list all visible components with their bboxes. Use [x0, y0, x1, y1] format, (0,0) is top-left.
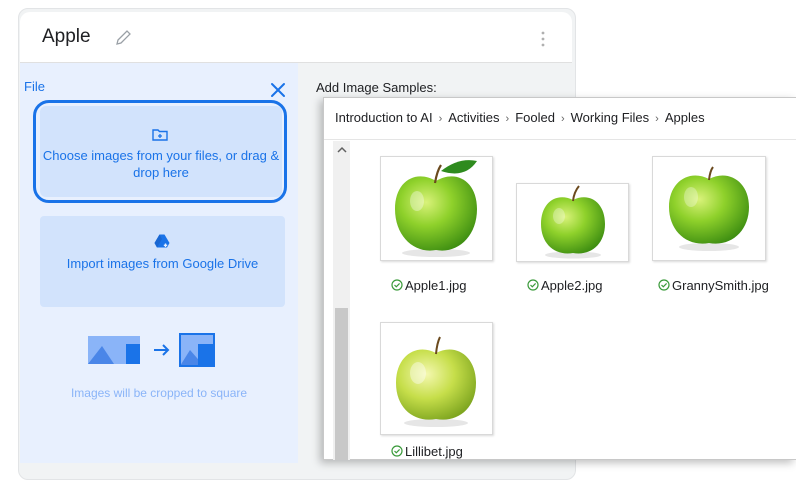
file-name-apple1[interactable]: Apple1.jpg [391, 277, 466, 294]
file-thumbnail-apple1[interactable] [380, 156, 493, 261]
file-name-text: GrannySmith.jpg [672, 278, 769, 293]
check-circle-icon [391, 279, 403, 291]
breadcrumb-item[interactable]: Working Files [571, 110, 650, 125]
check-circle-icon [391, 445, 403, 457]
breadcrumb-item[interactable]: Introduction to AI [335, 110, 433, 125]
file-name-lillibet[interactable]: Lillibet.jpg [391, 443, 463, 460]
breadcrumb-separator: › [560, 113, 565, 125]
check-circle-icon [658, 279, 670, 291]
crop-illustration-icon [88, 333, 215, 367]
more-vert-icon[interactable] [538, 28, 548, 50]
crop-note: Images will be cropped to square [70, 386, 248, 400]
google-drive-icon [154, 234, 170, 248]
file-name-text: Apple2.jpg [541, 278, 603, 293]
breadcrumb: Introduction to AI › Activities › Fooled › Wor… [335, 110, 705, 125]
card-header: Apple [20, 12, 572, 63]
scrollbar-thumb[interactable] [335, 308, 348, 460]
breadcrumb-item[interactable]: Fooled [515, 110, 555, 125]
breadcrumb-separator: › [438, 113, 443, 125]
check-circle-icon [527, 279, 539, 291]
file-name-apple2[interactable]: Apple2.jpg [527, 277, 602, 294]
file-name-text: Lillibet.jpg [405, 444, 463, 459]
file-name-grannysmith[interactable]: GrannySmith.jpg [658, 277, 770, 294]
file-name-text: Apple1.jpg [405, 278, 467, 293]
apple-image [541, 185, 605, 259]
pencil-icon[interactable] [114, 27, 134, 47]
add-samples-label: Add Image Samples: [316, 80, 437, 95]
google-drive-text: Import images from Google Drive [66, 256, 259, 271]
breadcrumb-item[interactable]: Apples [665, 110, 705, 125]
breadcrumb-item[interactable]: Activities [448, 110, 499, 125]
chevron-up-icon[interactable] [337, 146, 347, 154]
apple-image [395, 160, 477, 257]
file-thumbnail-grannysmith[interactable] [652, 156, 766, 261]
file-thumbnail-apple2[interactable] [516, 183, 629, 262]
class-title[interactable]: Apple [42, 26, 91, 48]
breadcrumb-separator: › [655, 113, 659, 125]
file-label: File [24, 79, 45, 94]
choose-files-text: Choose images from your files, or drag &… [42, 148, 280, 180]
close-icon[interactable] [270, 82, 286, 98]
explorer-divider [324, 139, 796, 140]
folder-icon [152, 129, 168, 141]
apple-image [396, 336, 476, 427]
breadcrumb-separator: › [505, 113, 510, 125]
apple-image [669, 166, 749, 251]
file-thumbnail-lillibet[interactable] [380, 322, 493, 435]
